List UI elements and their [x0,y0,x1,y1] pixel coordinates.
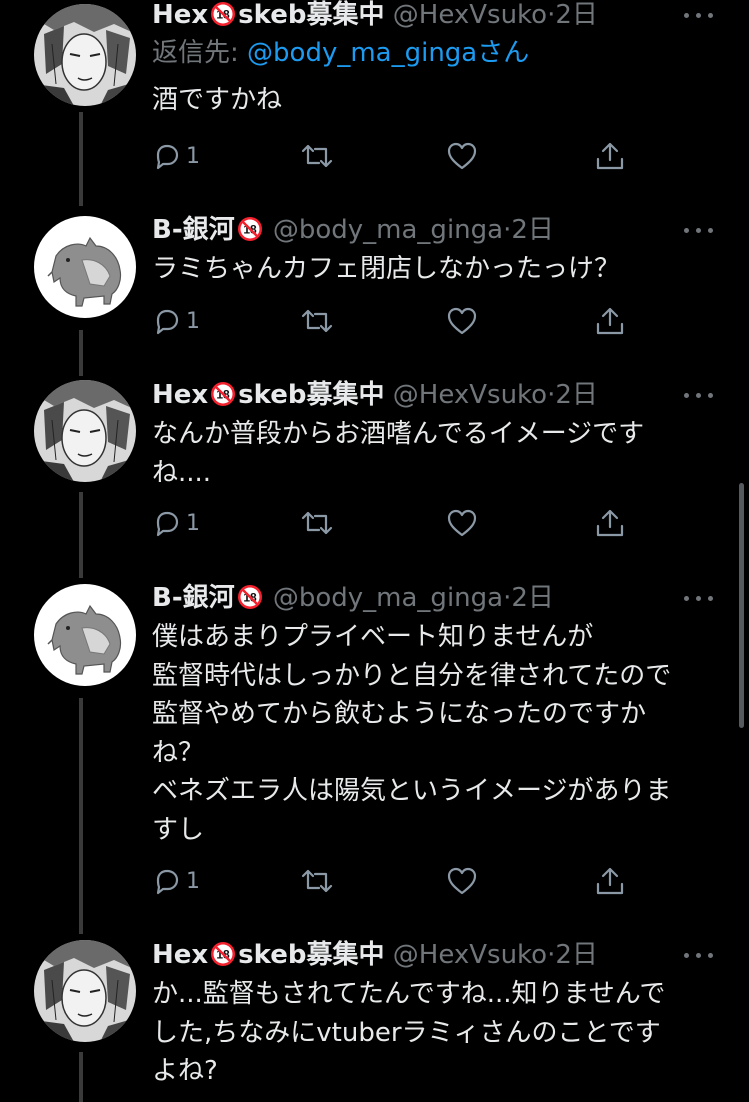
reply-button[interactable]: 1 [152,301,200,341]
author-handle[interactable]: @body_ma_ginga [273,215,503,245]
timestamp[interactable]: 2日 [555,0,598,30]
tweet-header: B-銀河18 @body_ma_ginga·2日 [152,212,717,248]
retweet-button[interactable] [300,136,334,176]
r18-icon: 18 [210,941,236,977]
more-icon[interactable] [681,0,717,33]
reply-to: 返信先: @body_ma_gingaさん [152,35,717,71]
like-button[interactable] [446,301,478,341]
more-icon[interactable] [681,212,717,248]
thread-line [79,1052,83,1102]
tweet-actions: 1 [152,301,632,341]
retweet-icon [300,866,334,896]
avatar-hex[interactable] [34,380,136,482]
thread-line [79,492,83,578]
heart-icon [446,508,478,538]
author-name[interactable]: B-銀河 [152,583,235,613]
reply-count: 1 [186,868,200,894]
share-button[interactable] [594,136,626,176]
r18-icon: 18 [237,584,263,620]
author-name-suffix[interactable]: skeb募集中 [238,940,384,970]
tweet-header: B-銀河18 @body_ma_ginga·2日 [152,580,717,616]
share-button[interactable] [594,861,626,901]
retweet-icon [300,306,334,336]
retweet-button[interactable] [300,301,334,341]
share-icon [594,140,626,172]
like-button[interactable] [446,503,478,543]
tweet-actions: 1 [152,136,632,176]
reply-icon [152,508,182,538]
avatar-hex[interactable] [34,940,136,1042]
author-name-suffix[interactable]: skeb募集中 [238,0,384,30]
more-icon[interactable] [681,937,717,973]
share-icon [594,865,626,897]
author-name[interactable]: Hex [152,0,208,30]
timestamp[interactable]: 2日 [511,583,554,613]
avatar-ginga[interactable] [34,216,136,318]
tweet-header: Hex18skeb募集中 @HexVsuko·2日 [152,937,717,973]
reply-count: 1 [186,143,200,169]
more-icon[interactable] [681,377,717,413]
retweet-icon [300,508,334,538]
thread-line [79,112,83,206]
r18-icon: 18 [210,381,236,417]
author-name[interactable]: B-銀河 [152,215,235,245]
avatar-ginga[interactable] [34,584,136,686]
tweet-text: 酒ですかね [152,85,283,115]
heart-icon [446,141,478,171]
retweet-button[interactable] [300,503,334,543]
share-button[interactable] [594,503,626,543]
heart-icon [446,866,478,896]
reply-to-handle-text: @body_ma_ginga [247,38,478,68]
share-icon [594,305,626,337]
author-name[interactable]: Hex [152,940,208,970]
timestamp[interactable]: 2日 [555,940,598,970]
reply-icon [152,306,182,336]
retweet-button[interactable] [300,861,334,901]
timestamp[interactable]: 2日 [511,215,554,245]
tweet-header: Hex18skeb募集中 @HexVsuko·2日 [152,377,717,413]
share-icon [594,507,626,539]
r18-icon: 18 [210,1,236,37]
author-name-suffix[interactable]: skeb募集中 [238,380,384,410]
thread-line [79,330,83,376]
author-handle[interactable]: @HexVsuko [393,940,547,970]
author-handle[interactable]: @body_ma_ginga [273,583,503,613]
reply-button[interactable]: 1 [152,136,200,176]
thread-line [79,698,83,934]
share-button[interactable] [594,301,626,341]
reply-icon [152,141,182,171]
reply-to-handle[interactable]: @body_ma_gingaさん [247,38,529,68]
more-icon[interactable] [681,580,717,616]
reply-button[interactable]: 1 [152,503,200,543]
avatar-hex[interactable] [34,4,136,106]
r18-icon: 18 [237,216,263,252]
author-handle[interactable]: @HexVsuko [393,0,547,30]
tweet-actions: 1 [152,861,632,901]
tweet-text: なんか普段からお酒嗜んでるイメージです ね.... [152,419,645,488]
retweet-icon [300,141,334,171]
tweet-actions: 1 [152,503,632,543]
reply-to-suffix: さん [477,38,530,68]
like-button[interactable] [446,136,478,176]
like-button[interactable] [446,861,478,901]
tweet-text: か...監督もされてたんですね...知りませんで した,ちなみにvtuberラミ… [152,979,666,1086]
tweet-text: ラミちゃんカフェ閉店しなかったっけ？ [152,254,621,284]
heart-icon [446,306,478,336]
reply-to-label: 返信先: [152,38,248,68]
reply-button[interactable]: 1 [152,861,200,901]
author-handle[interactable]: @HexVsuko [393,380,547,410]
scrollbar[interactable] [739,483,744,728]
reply-icon [152,866,182,896]
tweet-header: Hex18skeb募集中 @HexVsuko·2日 [152,0,717,33]
reply-count: 1 [186,510,200,536]
timestamp[interactable]: 2日 [555,380,598,410]
author-name[interactable]: Hex [152,380,208,410]
reply-count: 1 [186,308,200,334]
tweet-text: 僕はあまりプライベート知りませんが 監督時代はしっかりと自分を律されてたので 監… [152,622,672,845]
